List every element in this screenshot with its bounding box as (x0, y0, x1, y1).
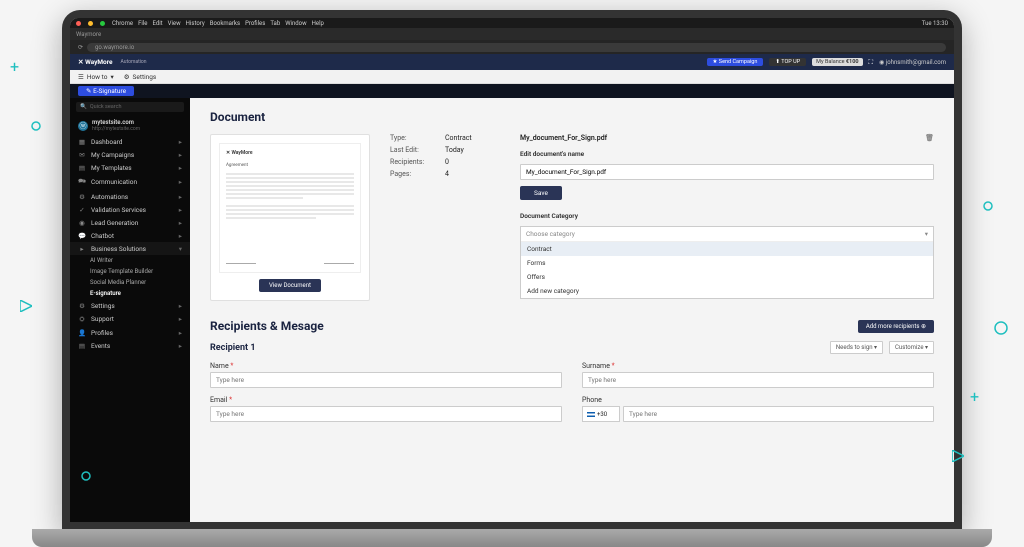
expand-icon[interactable]: ⛶ (869, 58, 874, 67)
brand-logo: ✕ WayMore (78, 58, 113, 66)
sidebar-item[interactable]: ⚙Automations▸ (70, 190, 190, 203)
user-menu[interactable]: ◉ johnsmith@gmail.com (879, 59, 946, 66)
sidebar-item[interactable]: 🗪Communication▸ (70, 174, 190, 190)
email-input[interactable] (210, 406, 562, 422)
name-label: Name * (210, 362, 562, 370)
sidebar-item[interactable]: ▤My Templates▸ (70, 161, 190, 174)
sidebar-item[interactable]: ⚙Settings▸ (70, 299, 190, 312)
svg-text:+: + (10, 60, 19, 74)
phone-code-select[interactable]: +30 (582, 406, 620, 422)
sidebar: 🔍 Quick search ⓦ mytestsite.comhttp://my… (70, 98, 190, 522)
breadcrumb: ✎ E-Signature (70, 84, 954, 98)
add-recipients-button[interactable]: Add more recipients ⊕ (858, 320, 934, 333)
search-input[interactable]: 🔍 Quick search (76, 102, 184, 112)
document-preview-card: ✕ WayMore Agreement View Document (210, 134, 370, 301)
sidebar-item[interactable]: ⛭Support▸ (70, 312, 190, 326)
sidebar-item[interactable]: ✉My Campaigns▸ (70, 148, 190, 161)
name-input[interactable] (210, 372, 562, 388)
sidebar-item[interactable]: ▦Dashboard▸ (70, 135, 190, 148)
email-label: Email * (210, 396, 562, 404)
browser-tabs: Waymore (70, 28, 954, 40)
surname-label: Surname * (582, 362, 934, 370)
recipient-subtitle: Recipient 1 (210, 343, 256, 353)
save-button[interactable]: Save (520, 186, 562, 200)
sidebar-subitem[interactable]: Image Template Builder (70, 266, 190, 277)
sidebar-subitem[interactable]: E-signature (70, 288, 190, 299)
phone-input[interactable] (623, 406, 934, 422)
sidebar-item[interactable]: 💬Chatbot▸ (70, 229, 190, 242)
category-option[interactable]: Contract (521, 242, 933, 256)
sidebar-item[interactable]: ▸Business Solutions▾ (70, 242, 190, 255)
breadcrumb-chip: ✎ E-Signature (78, 86, 134, 96)
browser-tab[interactable]: Waymore (76, 31, 101, 38)
chevron-down-icon: ▾ (925, 230, 928, 238)
sidebar-item[interactable]: 👤Profiles▸ (70, 326, 190, 339)
sidebar-subitem[interactable]: Social Media Planner (70, 277, 190, 288)
svg-text:+: + (970, 390, 979, 404)
document-meta: Type:Contract Last Edit:Today Recipients… (390, 134, 500, 178)
document-thumbnail: ✕ WayMore Agreement (219, 143, 361, 273)
customize-select[interactable]: Customize ▾ (889, 341, 934, 354)
document-name-input[interactable] (520, 164, 934, 180)
category-label: Document Category (520, 212, 934, 220)
os-menubar: ChromeFileEditViewHistoryBookmarksProfil… (70, 18, 954, 28)
sidebar-item[interactable]: ◉Lead Generation▸ (70, 216, 190, 229)
send-campaign-button[interactable]: ★ Send Campaign (707, 58, 764, 66)
category-options: Contract Forms Offers Add new category (521, 241, 933, 298)
balance-pill: My Balance €100 (812, 58, 862, 66)
topup-button[interactable]: ⬆ TOP UP (769, 58, 806, 66)
category-option[interactable]: Add new category (521, 284, 933, 298)
sign-role-select[interactable]: Needs to sign ▾ (830, 341, 883, 354)
flag-icon (587, 412, 595, 417)
category-dropdown[interactable]: Choose category▾ Contract Forms Offers A… (520, 226, 934, 299)
document-section-title: Document (210, 110, 934, 124)
settings-button[interactable]: ⚙ Settings (124, 73, 157, 81)
recipients-section-title: Recipients & Mesage (210, 319, 324, 333)
sidebar-subitem[interactable]: AI Writer (70, 255, 190, 266)
category-option[interactable]: Offers (521, 270, 933, 284)
howto-button[interactable]: ☰ How to ▾ (78, 73, 114, 81)
view-document-button[interactable]: View Document (259, 279, 321, 292)
delete-icon[interactable]: 🗑 (925, 134, 934, 142)
surname-input[interactable] (582, 372, 934, 388)
site-selector[interactable]: ⓦ mytestsite.comhttp://mytestsite.com (70, 116, 190, 135)
platform-header: ✕ WayMore Automation ★ Send Campaign ⬆ T… (70, 54, 954, 70)
category-option[interactable]: Forms (521, 256, 933, 270)
edit-name-label: Edit document's name (520, 150, 934, 158)
address-bar[interactable]: ⟳go.waymore.io (70, 40, 954, 54)
document-filename: My_document_For_Sign.pdf (520, 134, 607, 142)
main-content: Document ✕ WayMore Agreement View Docume… (190, 98, 954, 522)
phone-label: Phone (582, 396, 934, 404)
sub-header: ☰ How to ▾ ⚙ Settings (70, 70, 954, 84)
sidebar-item[interactable]: ✓Validation Services▸ (70, 203, 190, 216)
sidebar-item[interactable]: ▤Events▸ (70, 339, 190, 352)
